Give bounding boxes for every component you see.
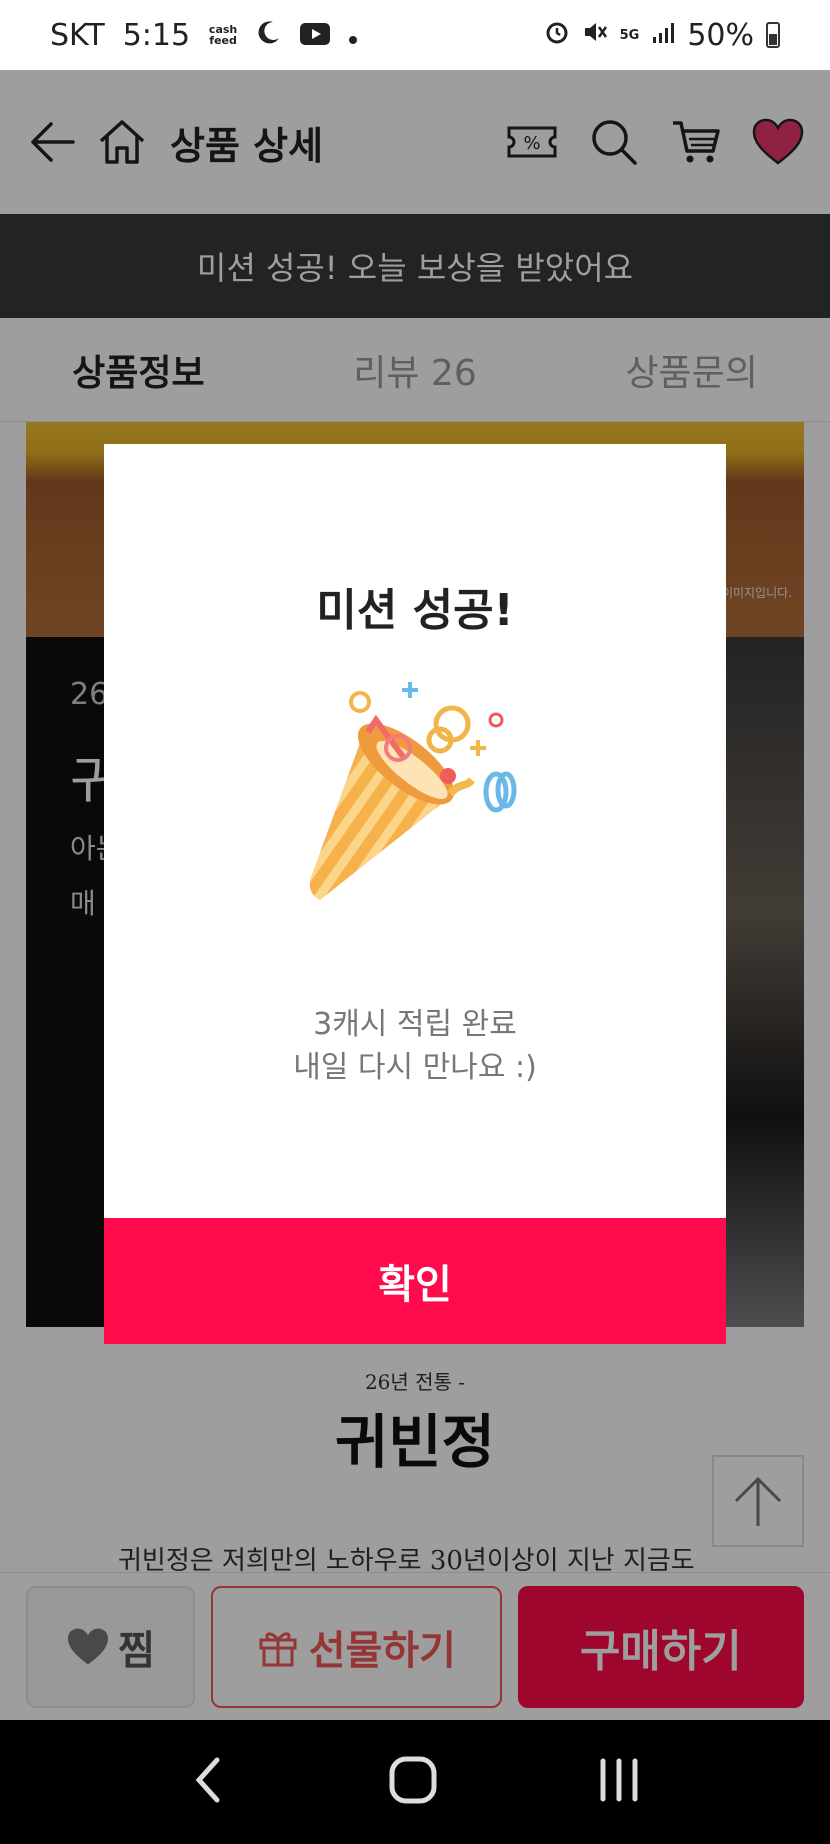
mission-success-dialog: 미션 성공! 3캐시 적립 완료 내일 다시 만나요:) 확인 — [104, 444, 726, 1344]
dialog-title: 미션 성공! — [316, 585, 514, 636]
nav-recents-icon[interactable] — [597, 1757, 641, 1807]
carrier-label: SKT — [50, 17, 105, 53]
mute-icon — [582, 18, 608, 53]
system-nav-bar — [0, 1720, 830, 1844]
notification-dot-icon — [348, 18, 358, 53]
battery-percent: 50% — [687, 17, 754, 53]
confirm-button[interactable]: 확인 — [104, 1218, 726, 1344]
signal-icon — [651, 18, 675, 53]
party-popper-icon — [300, 672, 530, 912]
status-bar: SKT 5:15 cash feed 5G 50% — [0, 0, 830, 70]
status-right: 5G 50% — [544, 18, 780, 53]
battery-icon — [766, 22, 780, 48]
moon-icon — [256, 18, 282, 53]
nav-back-icon[interactable] — [189, 1755, 229, 1809]
nav-home-icon[interactable] — [388, 1755, 438, 1809]
see-you-message: 내일 다시 만나요 :) — [293, 1050, 537, 1085]
cashfeed-logo-icon: cash feed — [208, 23, 238, 47]
youtube-icon — [300, 18, 331, 53]
status-left: SKT 5:15 cash feed — [50, 18, 358, 53]
reward-message: 3캐시 적립 완료 — [313, 1007, 517, 1042]
alarm-icon — [544, 18, 570, 53]
network-type-icon: 5G — [619, 27, 640, 43]
clock: 5:15 — [122, 17, 191, 53]
